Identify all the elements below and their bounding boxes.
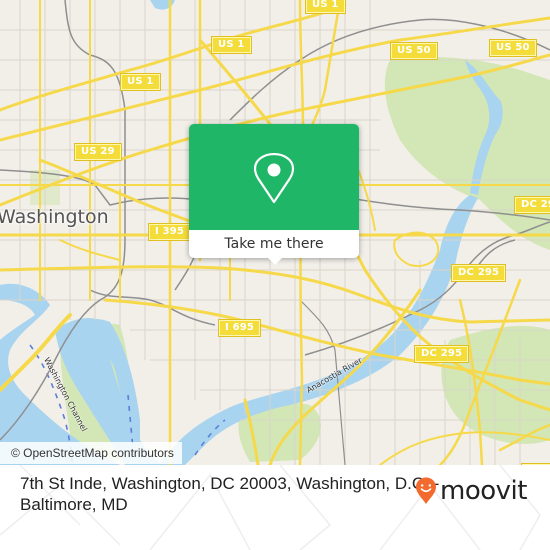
route-shield-us50: US 50 (489, 39, 537, 57)
route-shield-i695: I 695 (217, 319, 262, 337)
destination-popup[interactable]: Take me there (189, 124, 359, 265)
route-shield-us50: US 50 (390, 42, 438, 60)
take-me-there-button[interactable]: Take me there (189, 230, 359, 258)
brand-name: moovit (440, 476, 527, 506)
address-text: 7th St Inde, Washington, DC 20003, Washi… (20, 474, 440, 514)
popup-pointer (267, 257, 283, 265)
map-view[interactable]: Washington US 1 US 1 US 1 US 50 US 50 US… (0, 0, 550, 465)
moovit-logo[interactable]: moovit (415, 475, 527, 507)
popup-header[interactable] (189, 124, 359, 230)
location-pin-icon (253, 152, 295, 204)
route-shield-us29: US 29 (74, 143, 122, 161)
city-label-washington: Washington (0, 206, 109, 228)
route-shield-dc295: DC 295 (450, 264, 507, 282)
route-shield-dc295: DC 295 (513, 196, 550, 214)
route-shield-i395: I 395 (147, 223, 192, 241)
route-shield-dc295: DC 295 (413, 345, 470, 363)
footer: 7th St Inde, Washington, DC 20003, Washi… (0, 465, 550, 550)
route-shield-us1: US 1 (211, 36, 252, 54)
route-shield-us1: US 1 (120, 73, 161, 91)
route-shield-us1: US 1 (305, 0, 346, 14)
moovit-pin-icon (416, 477, 436, 504)
map-attribution[interactable]: © OpenStreetMap contributors (0, 442, 182, 464)
